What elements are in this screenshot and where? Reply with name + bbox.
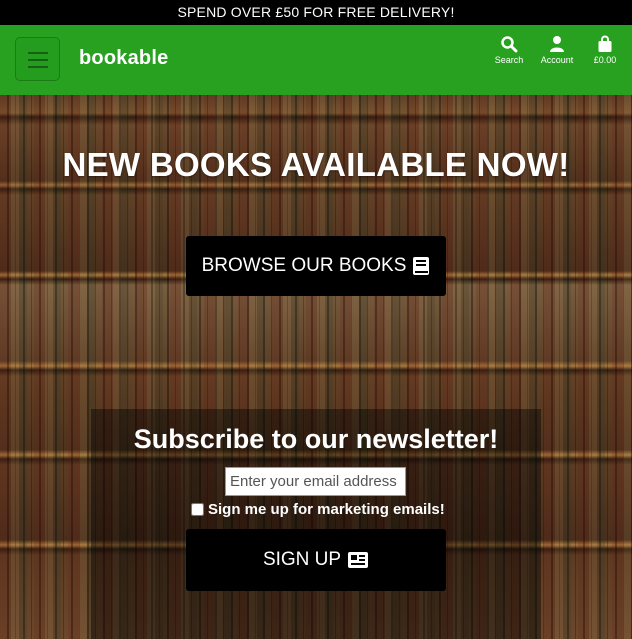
search-link-label: Search <box>494 55 524 65</box>
browse-books-label: BROWSE OUR BOOKS <box>201 255 407 276</box>
user-icon <box>550 36 564 52</box>
header-links: Search Account £0.00 <box>490 35 624 65</box>
marketing-consent[interactable]: Sign me up for marketing emails! <box>191 499 445 519</box>
shopping-bag-icon <box>598 35 612 52</box>
basket-link[interactable]: £0.00 <box>586 35 624 65</box>
menu-toggle-button[interactable] <box>15 37 60 81</box>
hamburger-icon <box>28 52 48 54</box>
search-icon <box>501 36 518 53</box>
site-logo[interactable]: bookable <box>79 47 168 70</box>
promo-banner: SPEND OVER £50 FOR FREE DELIVERY! <box>0 0 632 25</box>
search-link[interactable]: Search <box>490 35 528 65</box>
account-link[interactable]: Account <box>538 35 576 65</box>
marketing-consent-checkbox[interactable] <box>191 502 204 516</box>
account-link-label: Account <box>540 55 574 65</box>
newspaper-icon <box>348 552 369 568</box>
email-input[interactable] <box>225 467 406 496</box>
top-navbar: bookable Search Account £0.00 <box>0 25 632 95</box>
marketing-consent-label: Sign me up for marketing emails! <box>208 500 445 518</box>
hamburger-icon-bar <box>28 59 48 61</box>
hero-headline: NEW BOOKS AVAILABLE NOW! <box>62 146 570 183</box>
sign-up-label: SIGN UP <box>262 549 342 570</box>
browse-books-button[interactable]: BROWSE OUR BOOKS <box>186 236 446 296</box>
book-icon <box>413 257 430 275</box>
hamburger-icon-bar <box>28 66 48 68</box>
newsletter-title: Subscribe to our newsletter! <box>133 424 499 454</box>
basket-total: £0.00 <box>593 55 617 65</box>
sign-up-button[interactable]: SIGN UP <box>186 529 446 591</box>
